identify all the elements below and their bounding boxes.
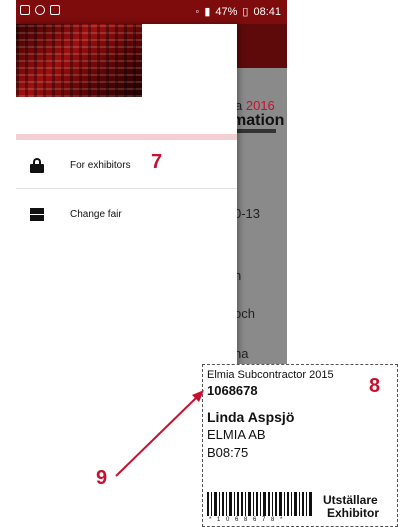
annotation-number-8: 8: [369, 375, 381, 397]
fair-logo-word: mation: [232, 112, 285, 129]
menu-item-for-exhibitors[interactable]: For exhibitors: [16, 142, 237, 188]
signal-icon: ▮: [204, 6, 211, 18]
menu-divider: [16, 188, 237, 189]
badge-event: Elmia Subcontractor 2015: [207, 369, 334, 381]
badge-booth: B08:75: [207, 445, 249, 460]
barcode-text: * 1 0 6 8 6 7 8 *: [209, 517, 285, 523]
wifi-icon: ◦: [195, 5, 200, 18]
drawer-header-image: [16, 24, 142, 97]
badge-company: ELMIA AB: [207, 427, 266, 442]
drawer-header: [16, 24, 237, 134]
status-bar: ◦ ▮ 47% ▯ 08:41: [16, 0, 287, 24]
annotation-number-9: 9: [96, 467, 108, 489]
barcode: [207, 492, 312, 516]
background-text: och: [234, 306, 255, 321]
fair-logo-bar: [236, 129, 276, 133]
fair-logo-year: a 2016: [235, 98, 275, 113]
badge-name: Linda Aspsjö: [207, 409, 295, 425]
change-fair-icon: [30, 207, 44, 221]
menu-item-label: Change fair: [70, 208, 122, 220]
lock-icon: [30, 158, 44, 173]
drawer-header-stripe: [16, 134, 237, 140]
menu-item-label: For exhibitors: [70, 159, 131, 171]
annotation-number-7: 7: [151, 151, 163, 173]
badge-role-sv: Utställare: [323, 493, 378, 507]
badge-role-en: Exhibitor: [327, 506, 380, 520]
gallery-icon: [20, 5, 30, 15]
battery-icon: ▯: [242, 6, 249, 18]
battery-percent: 47%: [215, 5, 238, 18]
exhibitor-badge: Elmia Subcontractor 2015 1068678 8 Linda…: [202, 364, 398, 527]
menu-item-change-fair[interactable]: Change fair: [16, 191, 237, 237]
background-text: 0-13: [234, 206, 261, 221]
badge-id: 1068678: [207, 383, 258, 398]
clock: 08:41: [253, 5, 281, 18]
sync-icon: [35, 5, 45, 15]
briefcase-icon: [50, 5, 60, 15]
